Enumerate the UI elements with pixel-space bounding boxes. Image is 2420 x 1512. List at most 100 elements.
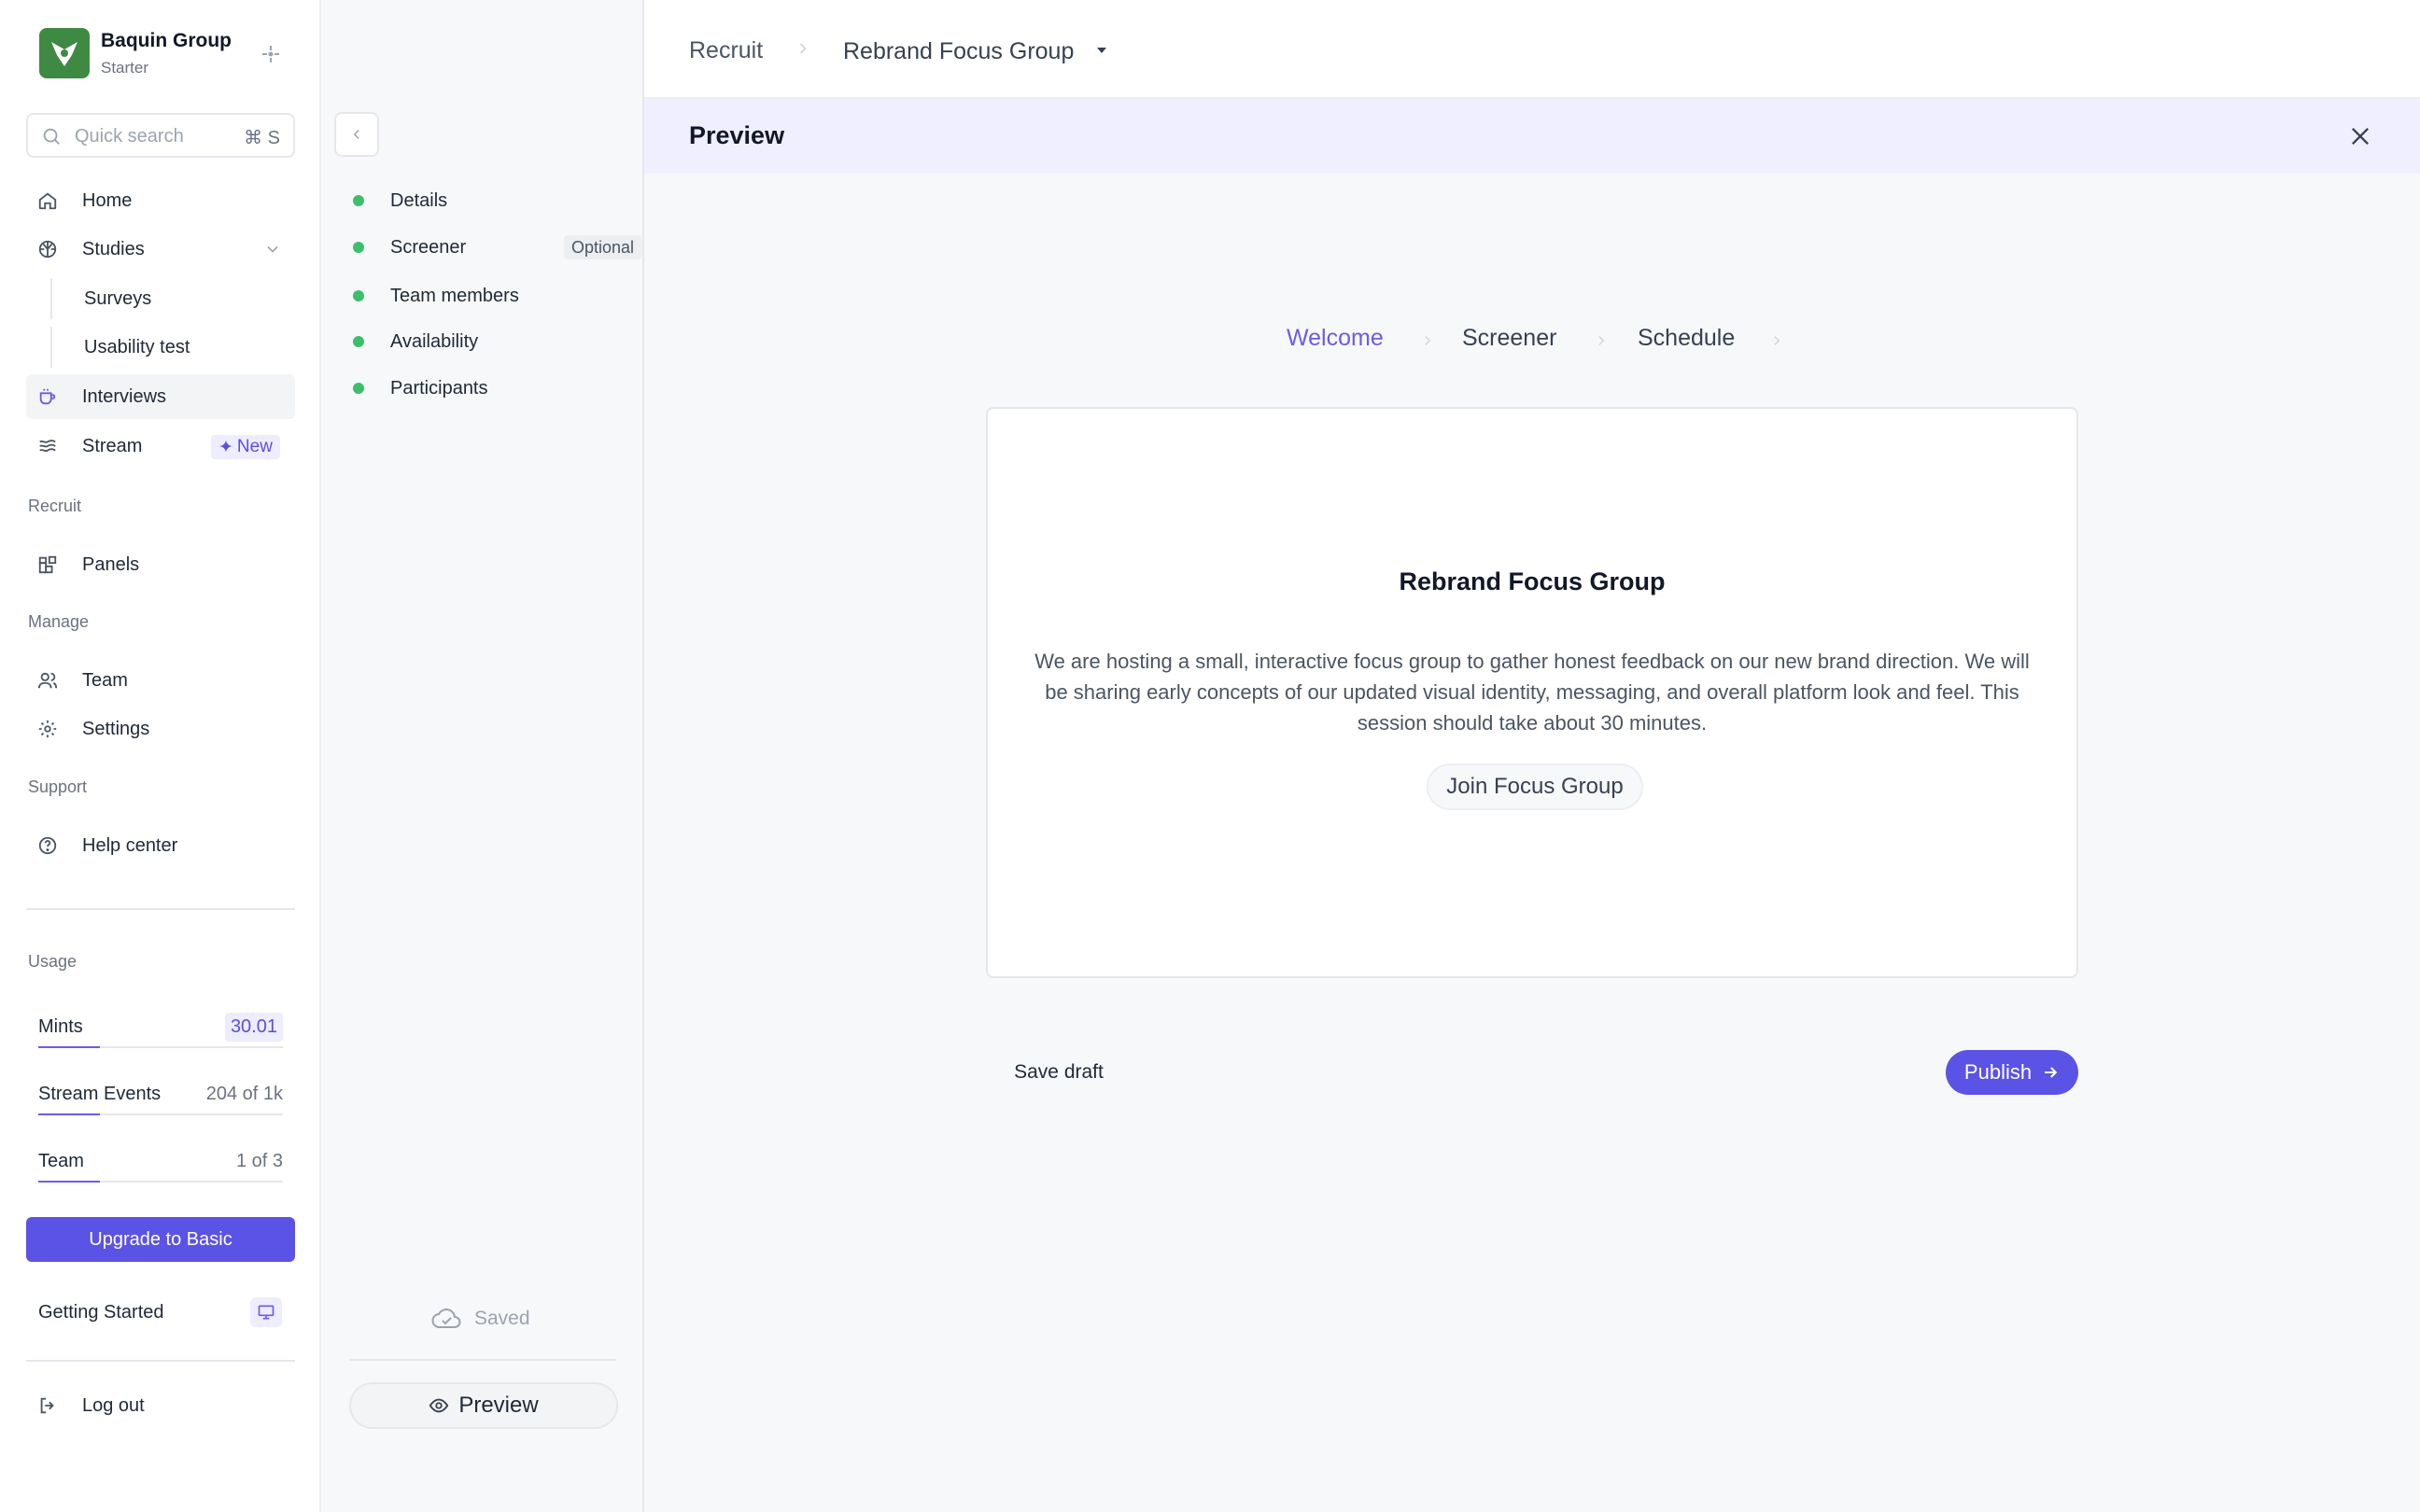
step-label: Participants xyxy=(390,378,488,399)
home-icon xyxy=(38,192,57,210)
nav-team-label: Team xyxy=(82,670,128,691)
flow-step-welcome[interactable]: Welcome xyxy=(1287,325,1384,352)
org-name: Baquin Group xyxy=(101,30,232,51)
step-screener[interactable]: Screener Optional xyxy=(349,229,642,266)
saved-label: Saved xyxy=(474,1308,530,1329)
close-icon[interactable] xyxy=(2347,123,2373,149)
sparkle-icon: ✦ xyxy=(218,437,233,457)
nav-help-center-label: Help center xyxy=(82,835,178,856)
join-focus-group-button[interactable]: Join Focus Group xyxy=(1427,763,1643,810)
eye-icon xyxy=(429,1398,449,1413)
publish-button[interactable]: Publish xyxy=(1946,1050,2078,1095)
usage-row-mints: Mints 30.01 xyxy=(38,1009,283,1048)
monitor-icon xyxy=(250,1297,282,1327)
usage-row-team: Team 1 of 3 xyxy=(38,1143,283,1183)
publish-label: Publish xyxy=(1963,1060,2033,1084)
step-complete-dot xyxy=(353,242,364,253)
sidebar-divider xyxy=(26,908,295,910)
save-draft-button[interactable]: Save draft xyxy=(990,1051,1128,1094)
nav-home-label: Home xyxy=(82,190,133,211)
chevron-right-icon xyxy=(1774,335,1780,346)
usage-progress xyxy=(38,1046,283,1048)
step-team-members[interactable]: Team members xyxy=(349,277,629,315)
caret-down-icon[interactable] xyxy=(1094,45,1109,56)
preview-title: Preview xyxy=(689,121,785,149)
card-title: Rebrand Focus Group xyxy=(1399,567,1666,595)
getting-started-label: Getting Started xyxy=(38,1302,164,1323)
nav-team[interactable]: Team xyxy=(26,658,295,703)
chevron-right-icon xyxy=(799,43,807,54)
flow-step-schedule[interactable]: Schedule xyxy=(1638,325,1735,352)
nav-stream[interactable]: Stream ✦ New xyxy=(26,424,295,469)
usage-progress-fill xyxy=(38,1113,100,1115)
nav-home[interactable]: Home xyxy=(26,178,295,223)
nav-interviews-label: Interviews xyxy=(82,386,167,407)
new-badge: ✦ New xyxy=(211,435,280,459)
step-participants[interactable]: Participants xyxy=(349,370,629,407)
logout-label: Log out xyxy=(82,1395,145,1416)
step-details[interactable]: Details xyxy=(349,182,629,219)
usage-label: Mints xyxy=(38,1016,83,1037)
users-icon xyxy=(37,672,58,689)
usage-progress xyxy=(38,1113,283,1115)
getting-started[interactable]: Getting Started xyxy=(26,1290,295,1335)
gear-icon xyxy=(38,720,57,738)
arrow-right-icon xyxy=(2045,1067,2058,1078)
preview-button[interactable]: Preview xyxy=(349,1382,618,1429)
search-shortcut: ⌘ S xyxy=(244,128,280,148)
preview-button-label: Preview xyxy=(458,1393,539,1418)
nav-panels[interactable]: Panels xyxy=(26,542,295,587)
preview-header: Preview xyxy=(644,99,2420,174)
breadcrumb-current[interactable]: Rebrand Focus Group xyxy=(843,38,1074,65)
nav-settings[interactable]: Settings xyxy=(26,707,295,751)
nav-surveys[interactable]: Surveys xyxy=(50,278,293,319)
step-availability[interactable]: Availability xyxy=(349,323,629,360)
breadcrumb-parent[interactable]: Recruit xyxy=(689,37,763,64)
logout-button[interactable]: Log out xyxy=(26,1383,295,1428)
chevron-left-icon xyxy=(353,129,359,140)
chevron-right-icon xyxy=(1425,335,1431,346)
sidebar-divider xyxy=(26,1360,295,1362)
usage-title: Usage xyxy=(28,952,77,971)
org-plan: Starter xyxy=(101,59,149,77)
steps-divider xyxy=(349,1359,616,1361)
nav-usability-test-label: Usability test xyxy=(84,337,190,357)
chevron-right-icon xyxy=(1598,335,1605,346)
section-support: Support xyxy=(28,777,88,796)
step-complete-dot xyxy=(353,290,364,301)
nav-interviews[interactable]: Interviews xyxy=(26,374,295,419)
nav-studies-label: Studies xyxy=(82,239,145,259)
nav-usability-test[interactable]: Usability test xyxy=(50,327,293,368)
welcome-card: Rebrand Focus Group We are hosting a sma… xyxy=(986,407,2078,978)
step-label: Details xyxy=(390,190,448,211)
nav-settings-label: Settings xyxy=(82,719,150,739)
cloud-check-icon xyxy=(431,1309,461,1328)
quick-search-input[interactable]: Quick search ⌘ S xyxy=(26,113,295,158)
usage-row-stream-events: Stream Events 204 of 1k xyxy=(38,1076,283,1115)
saved-status: Saved xyxy=(431,1307,530,1331)
section-manage: Manage xyxy=(28,612,90,631)
section-recruit: Recruit xyxy=(28,497,82,515)
usage-progress-fill xyxy=(38,1181,100,1183)
waves-icon xyxy=(39,440,56,453)
nav-surveys-label: Surveys xyxy=(84,288,152,309)
step-label: Screener xyxy=(390,237,467,258)
sidebar-toggle-icon[interactable] xyxy=(258,41,284,67)
usage-progress-fill xyxy=(38,1046,100,1048)
collapse-panel-button[interactable] xyxy=(334,112,379,157)
logout-icon xyxy=(40,1397,54,1414)
panels-icon xyxy=(38,555,57,574)
nav-studies[interactable]: Studies xyxy=(26,227,295,272)
flow-step-screener[interactable]: Screener xyxy=(1462,325,1556,352)
chevron-down-icon xyxy=(267,245,278,253)
upgrade-button[interactable]: Upgrade to Basic xyxy=(26,1217,295,1262)
main-content: Recruit Rebrand Focus Group Preview Welc… xyxy=(644,0,2420,1512)
search-icon xyxy=(43,128,60,145)
usage-value: 204 of 1k xyxy=(205,1084,283,1104)
usage-value: 1 of 3 xyxy=(235,1151,283,1171)
usage-label: Team xyxy=(38,1151,84,1171)
card-description: We are hosting a small, interactive focu… xyxy=(1034,650,2030,735)
main-sidebar: Baquin Group Starter Quick search ⌘ S Ho… xyxy=(0,0,321,1512)
step-complete-dot xyxy=(353,383,364,394)
nav-help-center[interactable]: Help center xyxy=(26,823,295,868)
